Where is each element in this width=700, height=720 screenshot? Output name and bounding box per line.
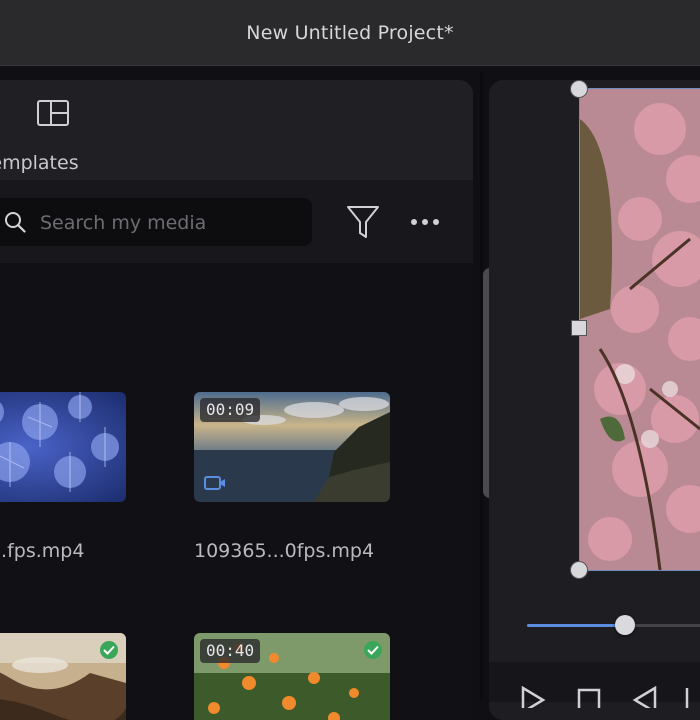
selected-check-icon: [364, 641, 382, 659]
clip-icon: [204, 476, 225, 490]
step-back-icon[interactable]: [629, 686, 659, 708]
play-icon[interactable]: [519, 686, 547, 708]
media-panel: Templates: [0, 80, 473, 720]
search-icon: [5, 212, 26, 233]
media-filename: 9-...fps.mp4: [0, 540, 85, 562]
search-row: [0, 180, 473, 263]
tab-label: Templates: [0, 152, 79, 174]
panel-divider[interactable]: [480, 72, 483, 700]
resize-handle-bottom-left[interactable]: [570, 561, 588, 579]
duration-badge: 00:09: [200, 398, 261, 422]
tab-templates[interactable]: Templates: [0, 96, 112, 176]
playback-slider-fill: [527, 624, 625, 627]
filter-icon[interactable]: [346, 204, 380, 240]
playback-controls: [489, 662, 700, 708]
media-thumbnail[interactable]: 00:09: [194, 392, 390, 502]
blue-frosted-trees-thumbnail: [0, 392, 126, 502]
stop-icon[interactable]: [577, 688, 603, 708]
media-thumbnail[interactable]: [0, 633, 126, 720]
selected-check-icon: [100, 641, 118, 659]
title-bar: New Untitled Project*: [0, 0, 700, 66]
window-title: New Untitled Project*: [246, 21, 454, 44]
media-thumbnail[interactable]: [0, 392, 126, 502]
media-thumbnail[interactable]: 00:40: [194, 633, 390, 720]
resize-handle-top-left[interactable]: [570, 80, 588, 98]
duration-badge: 00:40: [200, 639, 261, 663]
media-grid: 9-...fps.mp4 00:09: [0, 263, 473, 720]
more-icon[interactable]: [408, 210, 444, 234]
step-forward-icon[interactable]: [683, 686, 700, 708]
tabs-bar: Templates: [0, 80, 473, 180]
resize-handle-left[interactable]: [571, 320, 587, 336]
preview-canvas[interactable]: [579, 88, 700, 571]
media-filename: 109365...0fps.mp4: [194, 540, 375, 562]
search-box[interactable]: [0, 198, 312, 248]
pink-blossoms-preview: [580, 89, 700, 570]
templates-icon: [37, 100, 69, 126]
search-input[interactable]: [38, 198, 302, 248]
playback-slider-knob[interactable]: [615, 615, 635, 635]
